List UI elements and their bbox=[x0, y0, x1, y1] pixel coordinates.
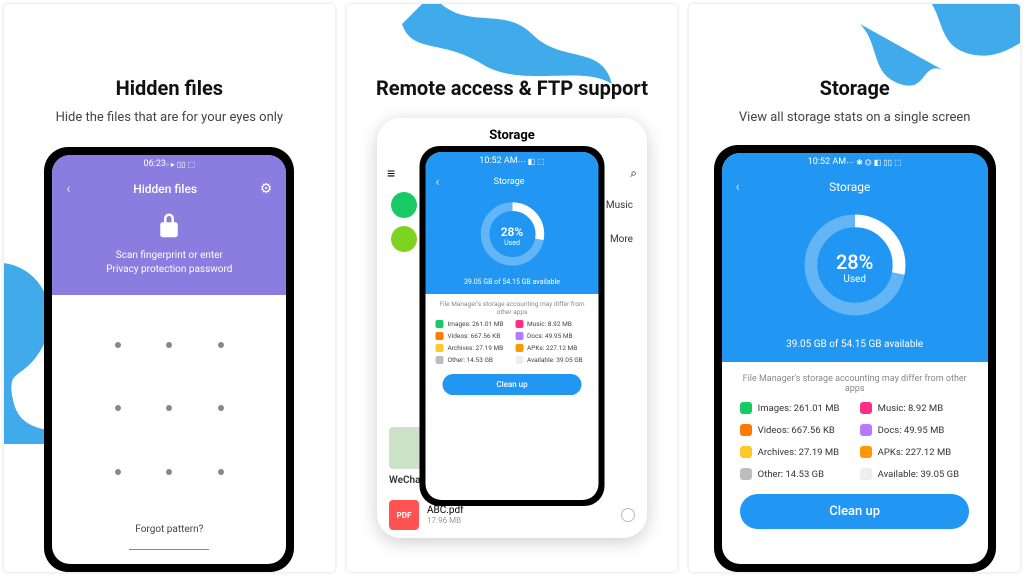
select-radio[interactable] bbox=[621, 508, 635, 522]
legend-swatch bbox=[860, 424, 872, 436]
legend-swatch bbox=[860, 468, 872, 480]
legend-label: Archives: 27.19 MB bbox=[758, 447, 839, 458]
legend-item: Music: 8.92 MB bbox=[515, 320, 589, 328]
panel-subtitle: View all storage stats on a single scree… bbox=[739, 110, 971, 125]
panel-title: Remote access & FTP support bbox=[376, 76, 648, 100]
lock-message: Scan fingerprint or enter Privacy protec… bbox=[106, 249, 232, 277]
legend-label: Available: 39.05 GB bbox=[527, 356, 583, 364]
phone-mock-storage-small: 10:52 AM ⋯ ◧ ⬚ ‹ Storage bbox=[420, 146, 605, 506]
panel-title: Storage bbox=[820, 76, 890, 100]
legend-label: Videos: 667.56 KB bbox=[758, 425, 835, 436]
legend-swatch bbox=[515, 332, 523, 340]
legend-swatch bbox=[436, 356, 444, 364]
panel-title: Hidden files bbox=[116, 76, 223, 100]
file-name: ABC.pdf bbox=[427, 505, 464, 516]
legend-swatch bbox=[515, 320, 523, 328]
storage-available: 39.05 GB of 54.15 GB available bbox=[464, 278, 560, 286]
screen-title: Storage bbox=[440, 177, 579, 187]
phone-mock-hidden-files: 06:23 ◦ ▸ ▯▯ ⬚ ‹ Hidden files ⚙ Scan fin… bbox=[44, 147, 294, 572]
legend-item: Docs: 49.95 MB bbox=[860, 424, 970, 436]
legend-label: Available: 39.05 GB bbox=[878, 469, 959, 480]
legend-item: Archives: 27.19 MB bbox=[436, 344, 510, 352]
legend-label: Images: 261.01 MB bbox=[448, 320, 504, 328]
legend-swatch bbox=[436, 332, 444, 340]
gear-icon[interactable]: ⚙ bbox=[260, 181, 273, 197]
status-icons: ⋯ ✱ ⏣ ◧ ▯▯ ⬚ bbox=[846, 158, 902, 167]
panel-storage: Storage View all storage stats on a sing… bbox=[689, 4, 1020, 572]
legend-swatch bbox=[515, 344, 523, 352]
legend-swatch bbox=[740, 468, 752, 480]
legend-swatch bbox=[436, 320, 444, 328]
legend-swatch bbox=[860, 446, 872, 458]
phone-mock-storage: 10:52 AM ⋯ ✱ ⏣ ◧ ▯▯ ⬚ ‹ Storage 28%Used bbox=[714, 145, 996, 572]
storage-available: 39.05 GB of 54.15 GB available bbox=[786, 339, 923, 350]
legend-item: APKs: 227.12 MB bbox=[515, 344, 589, 352]
file-size: 17.96 MB bbox=[427, 516, 464, 525]
status-icons: ◦ ▸ ▯▯ ⬚ bbox=[166, 160, 195, 169]
legend-label: Videos: 667.56 KB bbox=[448, 332, 501, 340]
status-icons: ⋯ ◧ ⬚ bbox=[518, 157, 545, 166]
legend-label: Docs: 49.95 MB bbox=[878, 425, 945, 436]
panel-subtitle: Hide the files that are for your eyes on… bbox=[56, 110, 284, 125]
legend-swatch bbox=[860, 402, 872, 414]
legend-item: Docs: 49.95 MB bbox=[515, 332, 589, 340]
legend-item: Images: 261.01 MB bbox=[740, 402, 850, 414]
legend-label: Other: 14.53 GB bbox=[448, 356, 493, 364]
legend-label: Docs: 49.95 MB bbox=[527, 332, 573, 340]
cleanup-button[interactable]: Clean up bbox=[443, 374, 581, 395]
legend-swatch bbox=[740, 446, 752, 458]
legend-label: Music: 8.92 MB bbox=[878, 403, 943, 414]
back-title: Storage bbox=[377, 128, 647, 143]
search-icon[interactable]: ⌕ bbox=[630, 166, 637, 181]
legend-item: Videos: 667.56 KB bbox=[436, 332, 510, 340]
legend-swatch bbox=[515, 356, 523, 364]
storage-note: File Manager's storage accounting may di… bbox=[426, 294, 599, 320]
storage-note: File Manager's storage accounting may di… bbox=[722, 362, 988, 402]
status-time: 10:52 AM bbox=[479, 156, 517, 166]
legend-label: Images: 261.01 MB bbox=[758, 403, 840, 414]
legend-item: Images: 261.01 MB bbox=[436, 320, 510, 328]
cleanup-button[interactable]: Clean up bbox=[740, 494, 969, 529]
status-time: 10:52 AM bbox=[808, 157, 846, 167]
legend-item: Other: 14.53 GB bbox=[436, 356, 510, 364]
back-icon[interactable]: ‹ bbox=[66, 181, 70, 197]
legend-swatch bbox=[436, 344, 444, 352]
forgot-pattern-link[interactable]: Forgot pattern? bbox=[129, 516, 209, 550]
legend-item: APKs: 227.12 MB bbox=[860, 446, 970, 458]
legend-label: APKs: 227.12 MB bbox=[527, 344, 577, 352]
legend-item: Archives: 27.19 MB bbox=[740, 446, 850, 458]
legend-item: Other: 14.53 GB bbox=[740, 468, 850, 480]
legend-swatch bbox=[740, 424, 752, 436]
pattern-pad[interactable] bbox=[52, 295, 286, 516]
legend-item: Videos: 667.56 KB bbox=[740, 424, 850, 436]
legend-swatch bbox=[740, 402, 752, 414]
legend-label: Music: 8.92 MB bbox=[527, 320, 572, 328]
legend-item: Available: 39.05 GB bbox=[860, 468, 970, 480]
storage-legend: Images: 261.01 MB Music: 8.92 MB Videos: 6… bbox=[426, 320, 599, 370]
screen-title: Hidden files bbox=[133, 182, 197, 196]
legend-item: Music: 8.92 MB bbox=[860, 402, 970, 414]
pdf-icon: PDF bbox=[389, 500, 419, 530]
legend-item: Available: 39.05 GB bbox=[515, 356, 589, 364]
panel-hidden-files: Hidden files Hide the files that are for… bbox=[4, 4, 335, 572]
storage-legend: Images: 261.01 MB Music: 8.92 MB Videos: 6… bbox=[722, 402, 988, 484]
panel-remote-ftp: Remote access & FTP support Storage View… bbox=[347, 4, 678, 572]
legend-label: Other: 14.53 GB bbox=[758, 469, 824, 480]
legend-label: APKs: 227.12 MB bbox=[878, 447, 951, 458]
menu-icon[interactable]: ≡ bbox=[387, 165, 395, 182]
status-time: 06:23 bbox=[144, 159, 166, 169]
legend-label: Archives: 27.19 MB bbox=[448, 344, 504, 352]
lock-icon bbox=[154, 211, 184, 241]
screen-title: Storage bbox=[740, 180, 960, 194]
